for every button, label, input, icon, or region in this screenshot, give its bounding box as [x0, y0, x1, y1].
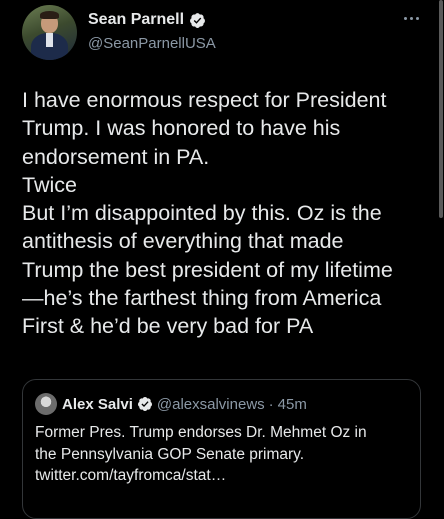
quoted-tweet-header: Alex Salvi @alexsalvinews · 45m [35, 393, 307, 415]
author-handle[interactable]: @SeanParnellUSA [88, 35, 216, 52]
tweet-text-line: First & he’d be very bad for PA [22, 314, 314, 339]
quoted-tweet-text: Former Pres. Trump endorses Dr. Mehmet O… [35, 422, 415, 487]
tweet-text-line: Trump the best president of my lifetime [22, 257, 393, 282]
scrollbar[interactable] [439, 0, 443, 218]
quoted-author-handle[interactable]: @alexsalvinews [157, 396, 265, 413]
tweet-text-line: —he’s the farthest thing from America [22, 286, 382, 311]
quoted-tweet-card[interactable]: Alex Salvi @alexsalvinews · 45m Former P… [22, 379, 421, 519]
quoted-separator: · [268, 395, 274, 413]
tweet-text-line: Twice [22, 172, 77, 197]
tweet-text-line: endorsement in PA. [22, 144, 210, 169]
author-name-row: Sean Parnell [88, 9, 216, 31]
tweet-text-line: antithesis of everything that made [22, 229, 344, 254]
quoted-timestamp[interactable]: 45m [278, 396, 307, 413]
avatar-hair-shape [40, 11, 59, 19]
quoted-text-line: the Pennsylvania GOP Senate primary. [35, 445, 305, 463]
tweet[interactable]: Sean Parnell @SeanParnellUSA I have enor… [0, 0, 444, 519]
tweet-text-line: But I’m disappointed by this. Oz is the [22, 201, 382, 226]
more-horizontal-icon[interactable] [404, 12, 426, 24]
tweet-text-line: Trump. I was honored to have his [22, 116, 341, 141]
quoted-link[interactable]: twitter.com/tayfromca/stat… [35, 465, 415, 487]
quoted-author-name[interactable]: Alex Salvi [62, 396, 133, 413]
more-dot [416, 16, 419, 20]
verified-badge-icon [190, 12, 205, 28]
quoted-author-avatar[interactable] [35, 393, 57, 415]
tweet-text-line: I have enormous respect for President [22, 88, 387, 112]
quoted-text-line: Former Pres. Trump endorses Dr. Mehmet O… [35, 424, 367, 441]
author-name[interactable]: Sean Parnell [88, 11, 184, 29]
more-dot [410, 16, 413, 20]
more-dot [404, 16, 407, 20]
author-info[interactable]: Sean Parnell @SeanParnellUSA [88, 9, 216, 52]
verified-badge-icon [137, 397, 152, 411]
tweet-text: I have enormous respect for President Tr… [22, 86, 432, 341]
avatar-shirt-shape [46, 33, 53, 47]
author-avatar[interactable] [22, 5, 77, 60]
